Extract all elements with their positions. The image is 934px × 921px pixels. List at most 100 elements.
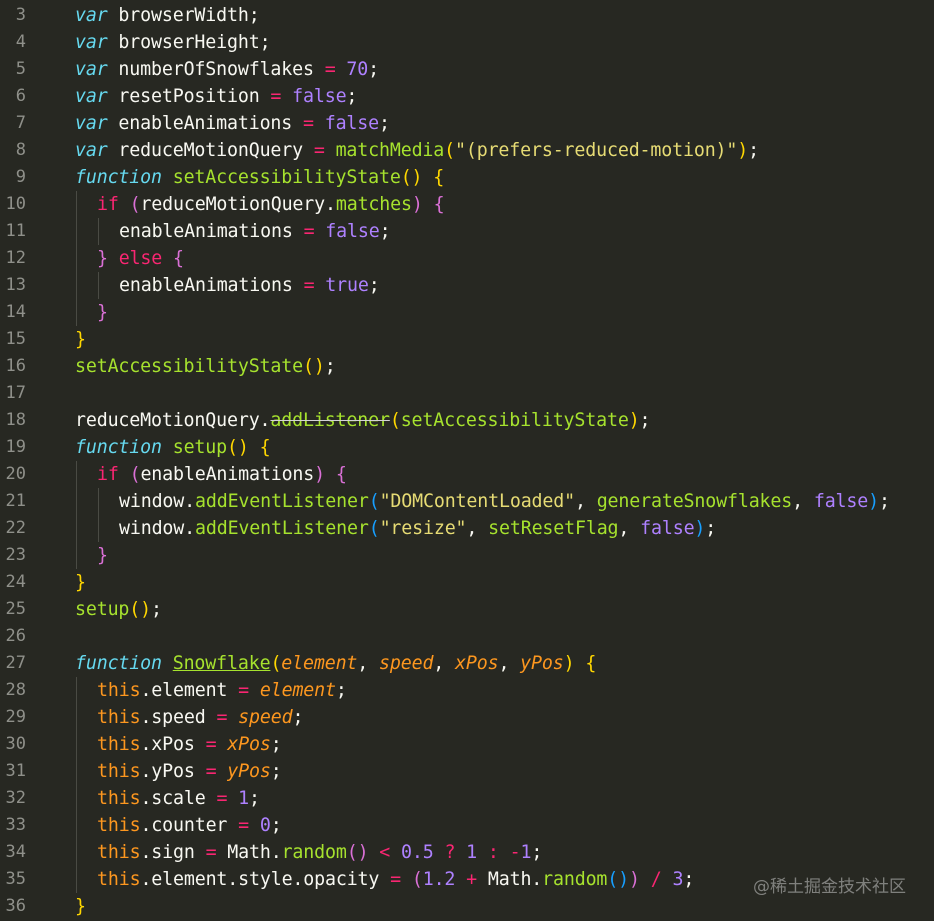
code-line[interactable]: 12} else { [0,245,934,272]
code-token: = [205,842,217,863]
line-code: this.scale = 1; [97,785,260,812]
code-line[interactable]: 8 var reduceMotionQuery = matchMedia("(pr… [0,137,934,164]
line-code: function setup() { [75,434,271,461]
code-line[interactable]: 7 var enableAnimations = false; [0,110,934,137]
indent-guide [76,677,77,704]
indent-guide [76,866,77,893]
code-token: ; [346,86,358,107]
code-token: Snowflake [172,653,271,674]
indent-guide [76,758,77,785]
code-token: this [97,761,141,782]
code-line[interactable]: 25 setup(); [0,596,934,623]
code-token: .scale [140,788,217,809]
code-line[interactable]: 22 window.addEventListener("resize", setR… [0,515,934,542]
code-line[interactable]: 14} [0,299,934,326]
code-line[interactable]: 28 this.element = element; [0,677,934,704]
code-token: ; [705,518,717,539]
code-token: function [75,167,162,188]
code-token: yPos [520,653,564,674]
code-token: random [542,869,608,890]
code-line[interactable]: 34 this.sign = Math.random() < 0.5 ? 1 : … [0,839,934,866]
code-token: } [75,329,86,350]
line-number: 13 [5,275,26,295]
code-token: Math. [477,869,543,890]
code-token: ; [683,869,695,890]
code-line[interactable]: 29 this.speed = speed; [0,704,934,731]
code-token: = [216,788,228,809]
code-token: setResetFlag [488,518,619,539]
code-line[interactable]: 11 enableAnimations = false; [0,218,934,245]
code-editor[interactable]: 3 var browserWidth; 4 var browserHeight; 5 va… [0,0,934,921]
code-token: browserWidth; [107,5,260,26]
code-token: = [216,707,228,728]
code-token: setAccessibilityState [400,410,629,431]
indent-guide [76,704,77,731]
code-token: false [292,86,347,107]
code-token: var [75,32,108,53]
code-line[interactable]: 24} [0,569,934,596]
code-token: ; [249,788,260,809]
code-token: { [585,653,597,674]
line-number: 32 [5,788,26,808]
code-line[interactable]: 27 function Snowflake(element, speed, xPo… [0,650,934,677]
code-token: 1 [238,788,250,809]
indent-guide [76,839,77,866]
code-line[interactable]: 19 function setup() { [0,434,934,461]
code-line[interactable]: 20 if (enableAnimations) { [0,461,934,488]
code-token: , [574,491,597,512]
code-line[interactable]: 3 var browserWidth; [0,2,934,29]
line-number: 25 [5,599,26,619]
code-line[interactable]: 15} [0,326,934,353]
code-line[interactable]: 26 [0,623,934,650]
code-line[interactable]: 33 this.counter = 0; [0,812,934,839]
code-line[interactable]: 17 [0,380,934,407]
code-line[interactable]: 4 var browserHeight; [0,29,934,56]
code-line[interactable]: 13 enableAnimations = true; [0,272,934,299]
code-line[interactable]: 10 if (reduceMotionQuery.matches) { [0,191,934,218]
code-token: { [259,437,271,458]
code-token: setup [75,599,130,620]
code-token: true [325,275,369,296]
code-token: "(prefers-reduced-motion)" [455,140,738,161]
code-line[interactable]: 31 this.yPos = yPos; [0,758,934,785]
code-token: .element [140,680,239,701]
line-code: var browserHeight; [75,29,271,56]
code-line[interactable]: 32 this.scale = 1; [0,785,934,812]
line-number: 15 [5,329,26,349]
code-line[interactable]: 5 var numberOfSnowflakes = 70; [0,56,934,83]
line-number: 21 [5,491,26,511]
code-token: numberOfSnowflakes [107,59,325,80]
code-line[interactable]: 23} [0,542,934,569]
code-token: ; [379,113,390,134]
code-token: element [281,653,358,674]
code-line[interactable]: 16 setAccessibilityState(); [0,353,934,380]
line-code: } [97,299,108,326]
code-token: addEventListener [195,491,369,512]
code-token: ) [868,491,879,512]
indent-guide [76,731,77,758]
code-token: 70 [346,59,369,80]
code-line[interactable]: 30 this.xPos = xPos; [0,731,934,758]
code-line[interactable]: 36} [0,893,934,920]
line-number: 28 [5,680,26,700]
code-line[interactable]: 18 reduceMotionQuery.addListener(setAcces… [0,407,934,434]
code-token: addEventListener [195,518,369,539]
code-token: xPos [455,653,499,674]
code-line[interactable]: 6 var resetPosition = false; [0,83,934,110]
code-line[interactable]: 9 function setAccessibilityState() { [0,164,934,191]
code-line[interactable]: 21 window.addEventListener("DOMContentLoa… [0,488,934,515]
line-number: 9 [15,167,26,187]
code-token: { [433,194,445,215]
